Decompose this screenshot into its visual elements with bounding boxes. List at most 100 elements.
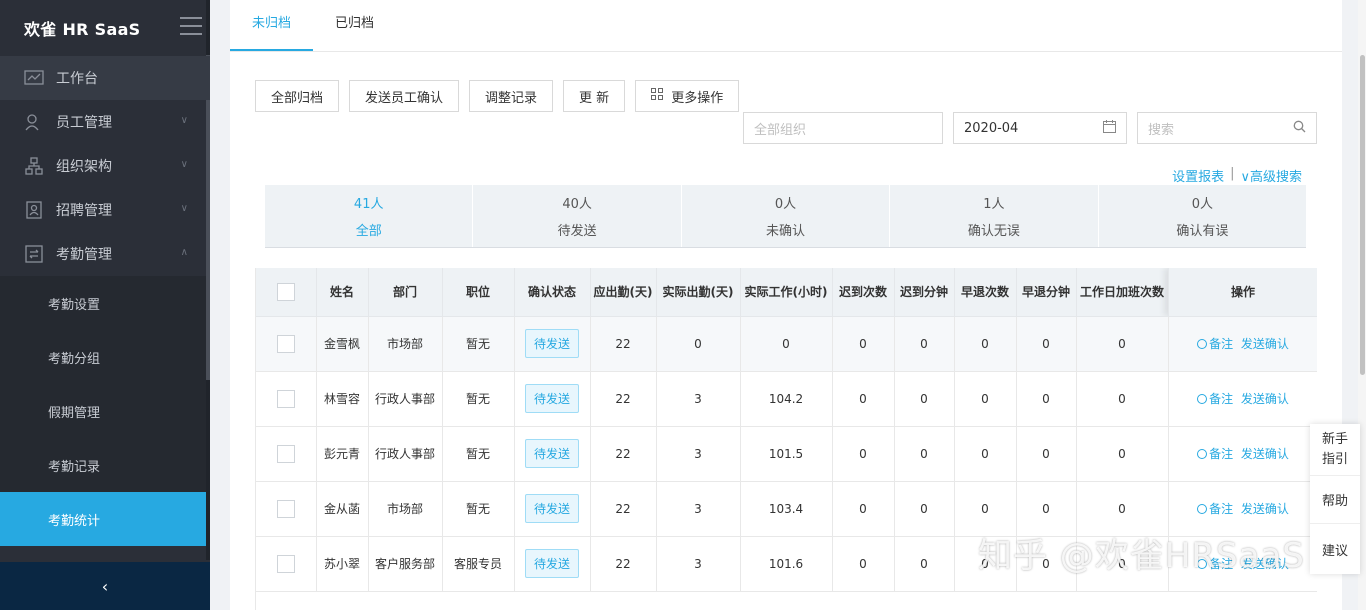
table-cell-late: 0 [832, 481, 895, 537]
table-cell-due: 22 [590, 481, 657, 537]
sidebar-subitem-groups[interactable]: 考勤分组 [0, 330, 210, 384]
table-cell-status: 待发送 [514, 371, 591, 427]
sidebar-subitem-settings[interactable]: 考勤设置 [0, 276, 210, 330]
note-link[interactable]: 备注 [1197, 502, 1233, 516]
table-cell-status: 待发送 [514, 426, 591, 482]
column-header[interactable]: 部门 [368, 268, 443, 317]
table-cell-actual: 3 [656, 536, 741, 592]
column-header[interactable]: 早退分钟 [1016, 268, 1077, 317]
table-cell-pos: 暂无 [442, 316, 515, 372]
note-link[interactable]: 备注 [1197, 392, 1233, 406]
send-confirm-link[interactable]: 发送确认 [1241, 392, 1289, 406]
grid-icon [651, 88, 664, 104]
help-button[interactable]: 帮助 [1310, 476, 1360, 524]
table-cell-late-min: 0 [894, 316, 955, 372]
table-cell-actions: 备注 发送确认 [1168, 426, 1317, 482]
summary-label: 确认无误 [967, 224, 1020, 239]
column-header[interactable]: 迟到次数 [832, 268, 895, 317]
table-row: 林雪容 行政人事部 暂无 待发送 22 3 104.2 0 0 0 0 0 备注 发送确认 [256, 371, 1317, 427]
org-chart-icon [24, 157, 44, 175]
note-link[interactable]: 备注 [1197, 337, 1233, 351]
column-header[interactable]: 应出勤(天) [590, 268, 657, 317]
column-header[interactable]: 姓名 [316, 268, 369, 317]
row-select-cell [256, 316, 317, 372]
summary-unconfirmed[interactable]: 0人 未确认 [682, 185, 891, 247]
users-icon [24, 113, 44, 131]
row-checkbox[interactable] [276, 444, 295, 463]
summary-confirmed-ok[interactable]: 1人 确认无误 [890, 185, 1099, 247]
suggestion-button[interactable]: 建议 [1310, 524, 1360, 574]
sidebar-subitem-statistics[interactable]: 考勤统计 [0, 492, 210, 546]
column-header[interactable]: 实际出勤(天) [656, 268, 741, 317]
row-checkbox[interactable] [276, 499, 295, 518]
row-select-cell [256, 536, 317, 592]
summary-all[interactable]: 41人 全部 [265, 185, 474, 247]
sidebar-subitem-leave[interactable]: 假期管理 [0, 384, 210, 438]
summary-count: 0人 [774, 197, 797, 212]
send-confirm-link[interactable]: 发送确认 [1241, 337, 1289, 351]
summary-confirmed-error[interactable]: 0人 确认有误 [1099, 185, 1306, 247]
page-scrollbar-thumb[interactable] [1360, 55, 1365, 375]
filter-bar: 全部组织 2020-04 搜索 [743, 112, 1317, 144]
select-all-checkbox[interactable] [276, 282, 295, 301]
beginner-guide-button[interactable]: 新手指引 [1310, 424, 1360, 476]
tab-unarchived[interactable]: 未归档 [230, 0, 314, 51]
note-link[interactable]: 备注 [1197, 447, 1233, 461]
table-cell-ot: 0 [1076, 426, 1169, 482]
table-cell-late: 0 [832, 371, 895, 427]
sidebar-item-label: 员工管理 [56, 115, 112, 131]
sidebar-item-recruit[interactable]: 招聘管理 ∨ [0, 188, 210, 232]
adjust-log-button[interactable]: 调整记录 [469, 80, 554, 112]
table-cell-hours: 0 [740, 316, 833, 372]
table-cell-early: 0 [954, 426, 1017, 482]
search-icon[interactable] [1293, 120, 1306, 136]
table-cell-due: 22 [590, 426, 657, 482]
send-confirm-link[interactable]: 发送确认 [1241, 502, 1289, 516]
link-separator: | [1230, 166, 1235, 181]
send-confirm-link[interactable]: 发送确认 [1241, 447, 1289, 461]
summary-count: 1人 [983, 197, 1005, 212]
sidebar-item-workbench[interactable]: 工作台 [0, 56, 210, 100]
select-all-cell [256, 268, 317, 317]
sidebar-item-employee[interactable]: 员工管理 ∨ [0, 100, 210, 144]
table-cell-hours: 103.4 [740, 481, 833, 537]
tab-archived[interactable]: 已归档 [313, 0, 396, 51]
row-checkbox[interactable] [276, 554, 295, 573]
collapse-sidebar-button[interactable]: ‹ [0, 562, 210, 610]
column-header[interactable]: 迟到分钟 [894, 268, 955, 317]
more-actions-button[interactable]: 更多操作 [635, 80, 740, 112]
archive-all-button[interactable]: 全部归档 [255, 80, 340, 112]
status-badge: 待发送 [524, 384, 579, 413]
month-picker[interactable]: 2020-04 [953, 112, 1127, 144]
sidebar-subitem-records[interactable]: 考勤记录 [0, 438, 210, 492]
column-header[interactable]: 工作日加班次数 [1076, 268, 1169, 317]
chevron-left-icon: ‹ [101, 576, 109, 596]
summary-pending-send[interactable]: 40人 待发送 [473, 185, 682, 247]
column-header[interactable]: 实际工作(小时) [740, 268, 833, 317]
table-cell-late: 0 [832, 426, 895, 482]
table-cell-name: 林雪容 [316, 371, 369, 427]
column-header[interactable]: 早退次数 [954, 268, 1017, 317]
table-cell-dept: 客户服务部 [368, 536, 443, 592]
advanced-search-link[interactable]: ∨高级搜索 [1240, 166, 1302, 185]
column-header[interactable]: 职位 [442, 268, 515, 317]
sidebar-item-attendance[interactable]: 考勤管理 ∧ [0, 232, 210, 276]
table-cell-hours: 101.6 [740, 536, 833, 592]
refresh-button[interactable]: 更 新 [563, 80, 626, 112]
row-checkbox[interactable] [276, 389, 295, 408]
row-checkbox[interactable] [276, 334, 295, 353]
summary-label: 未确认 [766, 224, 806, 239]
toolbar: 全部归档 发送员工确认 调整记录 更 新 更多操作 [255, 80, 740, 112]
summary-label: 全部 [355, 224, 382, 239]
org-select[interactable]: 全部组织 [743, 112, 943, 144]
table-cell-late-min: 0 [894, 371, 955, 427]
table-cell-actual: 3 [656, 371, 741, 427]
attendance-submenu: 考勤设置 考勤分组 假期管理 考勤记录 考勤统计 [0, 276, 210, 546]
send-confirm-button[interactable]: 发送员工确认 [349, 80, 460, 112]
sidebar-item-org[interactable]: 组织架构 ∨ [0, 144, 210, 188]
table-row: 彭元青 行政人事部 暂无 待发送 22 3 101.5 0 0 0 0 0 备注 发送确认 [256, 426, 1317, 482]
hamburger-menu-icon[interactable] [180, 17, 202, 35]
column-header[interactable]: 确认状态 [514, 268, 591, 317]
search-input[interactable]: 搜索 [1137, 112, 1317, 144]
report-settings-link[interactable]: 设置报表 [1172, 166, 1224, 185]
